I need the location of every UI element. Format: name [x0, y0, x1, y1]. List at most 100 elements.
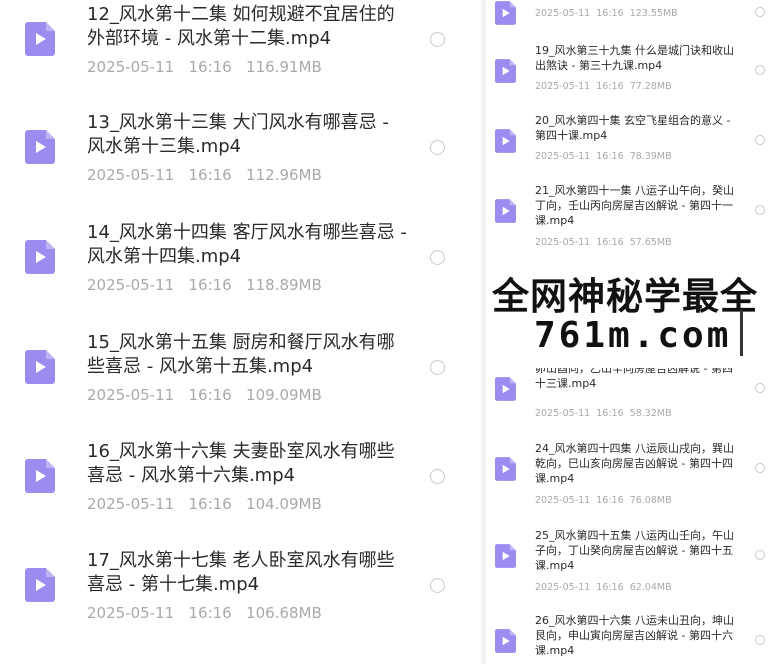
file-meta: 2025-05-11 16:16 123.55MB	[535, 8, 678, 19]
file-meta: 2025-05-11 16:16 57.65MB	[535, 237, 672, 248]
file-list-item[interactable]: 21_风水第四十一集 八运子山午向，癸山丁向，壬山丙向房屋吉凶解说 - 第四十一…	[486, 180, 783, 260]
file-meta: 2025-05-11 16:16 62.04MB	[535, 582, 672, 593]
video-file-icon	[495, 59, 516, 83]
file-date: 2025-05-11	[87, 276, 175, 294]
file-list-item[interactable]: 16_风水第十六集 夫妻卧室风水有哪些喜忌 - 风水第十六集.mp4 2025-0…	[0, 437, 481, 545]
file-size: 116.91MB	[246, 58, 322, 76]
file-size: 77.28MB	[629, 81, 672, 92]
select-radio[interactable]	[755, 463, 765, 473]
file-meta: 2025-05-11 16:16 118.89MB	[87, 276, 322, 294]
watermark-slogan: 全网神秘学最全	[492, 275, 758, 318]
select-radio[interactable]	[755, 550, 765, 560]
text-cursor	[740, 310, 743, 356]
file-size: 109.09MB	[246, 386, 322, 404]
select-radio[interactable]	[755, 135, 765, 145]
select-radio[interactable]	[755, 205, 765, 215]
file-date: 2025-05-11	[535, 237, 591, 248]
file-time: 16:16	[596, 408, 624, 419]
file-date: 2025-05-11	[87, 166, 175, 184]
file-time: 16:16	[596, 582, 624, 593]
file-time: 16:16	[188, 58, 232, 76]
file-meta: 2025-05-11 16:16 76.08MB	[535, 495, 672, 506]
file-name: 15_风水第十五集 厨房和餐厅风水有哪些喜忌 - 风水第十五集.mp4	[87, 332, 395, 377]
file-list-item[interactable]: 13_风水第十三集 大门风水有哪喜忌 - 风水第十三集.mp4 2025-05-1…	[0, 108, 481, 216]
video-file-icon	[25, 568, 55, 602]
file-time: 16:16	[188, 604, 232, 622]
file-time: 16:16	[596, 495, 624, 506]
select-radio[interactable]	[430, 250, 445, 265]
video-file-icon	[25, 22, 55, 56]
file-list-item[interactable]: 17_风水第十七集 老人卧室风水有哪些喜忌 - 第十七集.mp4 2025-05-…	[0, 546, 481, 654]
file-list-left: 12_风水第十二集 如何规避不宜居住的外部环境 - 风水第十二集.mp4 2025…	[0, 0, 481, 664]
file-name: 13_风水第十三集 大门风水有哪喜忌 - 风水第十三集.mp4	[87, 112, 389, 157]
file-date: 2025-05-11	[535, 151, 591, 162]
file-size: 112.96MB	[246, 166, 322, 184]
file-list-item[interactable]: 15_风水第十五集 厨房和餐厅风水有哪些喜忌 - 风水第十五集.mp4 2025-…	[0, 328, 481, 436]
file-time: 16:16	[596, 8, 624, 19]
video-file-icon	[495, 1, 516, 25]
file-meta: 2025-05-11 16:16 116.91MB	[87, 58, 322, 76]
select-radio[interactable]	[430, 32, 445, 47]
file-name: 20_风水第四十集 玄空飞星组合的意义 - 第四十课.mp4	[535, 114, 731, 142]
file-name: 21_风水第四十一集 八运子山午向，癸山丁向，壬山丙向房屋吉凶解说 - 第四十一…	[535, 184, 734, 227]
file-date: 2025-05-11	[535, 81, 591, 92]
select-radio[interactable]	[430, 578, 445, 593]
video-file-icon	[25, 350, 55, 384]
select-radio[interactable]	[430, 140, 445, 155]
file-date: 2025-05-11	[535, 495, 591, 506]
file-size: 104.09MB	[246, 495, 322, 513]
file-name: 17_风水第十七集 老人卧室风水有哪些喜忌 - 第十七集.mp4	[87, 550, 395, 595]
file-meta: 2025-05-11 16:16 109.09MB	[87, 386, 322, 404]
select-radio[interactable]	[430, 360, 445, 375]
file-meta: 2025-05-11 16:16 77.28MB	[535, 81, 672, 92]
video-file-icon	[495, 457, 516, 481]
select-radio[interactable]	[755, 383, 765, 393]
watermark-banner: 全网神秘学最全 761m.com	[486, 258, 783, 368]
file-meta: 2025-05-11 16:16 58.32MB	[535, 408, 672, 419]
video-file-icon	[495, 199, 516, 223]
file-size: 118.89MB	[246, 276, 322, 294]
file-time: 16:16	[596, 81, 624, 92]
file-date: 2025-05-11	[87, 386, 175, 404]
file-date: 2025-05-11	[535, 8, 591, 19]
file-size: 76.08MB	[629, 495, 672, 506]
video-file-icon	[495, 629, 516, 653]
file-list-item[interactable]: 26_风水第四十六集 八运未山丑向，坤山艮向，申山寅向房屋吉凶解说 - 第四十六…	[486, 610, 783, 664]
file-size: 57.65MB	[629, 237, 672, 248]
file-size: 58.32MB	[629, 408, 672, 419]
file-list-item[interactable]: 12_风水第十二集 如何规避不宜居住的外部环境 - 风水第十二集.mp4 2025…	[0, 0, 481, 108]
file-name: 25_风水第四十五集 八运丙山壬向，午山子向，丁山癸向房屋吉凶解说 - 第四十五…	[535, 529, 734, 572]
file-list-item[interactable]: 卯山酉向，乙山辛向房屋吉凶解说 - 第四十三课.mp4 2025-05-11 16…	[486, 358, 783, 438]
file-time: 16:16	[188, 276, 232, 294]
file-name: 16_风水第十六集 夫妻卧室风水有哪些喜忌 - 风水第十六集.mp4	[87, 441, 395, 486]
video-file-icon	[495, 377, 516, 401]
video-file-icon	[495, 129, 516, 153]
video-file-icon	[495, 544, 516, 568]
file-time: 16:16	[188, 495, 232, 513]
file-list-item[interactable]: 19_风水第三十九集 什么是城门诀和收山出煞诀 - 第三十九课.mp4 2025-…	[486, 40, 783, 120]
file-size: 62.04MB	[629, 582, 672, 593]
select-radio[interactable]	[755, 635, 765, 645]
video-file-icon	[25, 459, 55, 493]
file-time: 16:16	[188, 386, 232, 404]
file-time: 16:16	[596, 151, 624, 162]
file-date: 2025-05-11	[87, 58, 175, 76]
file-size: 106.68MB	[246, 604, 322, 622]
file-name: 19_风水第三十九集 什么是城门诀和收山出煞诀 - 第三十九课.mp4	[535, 44, 734, 72]
file-meta: 2025-05-11 16:16 78.39MB	[535, 151, 672, 162]
file-date: 2025-05-11	[87, 604, 175, 622]
video-file-icon	[25, 130, 55, 164]
file-list-item[interactable]: 20_风水第四十集 玄空飞星组合的意义 - 第四十课.mp4 2025-05-11…	[486, 110, 783, 190]
file-meta: 2025-05-11 16:16 104.09MB	[87, 495, 322, 513]
select-radio[interactable]	[755, 65, 765, 75]
file-size: 123.55MB	[629, 8, 678, 19]
select-radio[interactable]	[755, 7, 765, 17]
file-name: 24_风水第四十四集 八运辰山戌向，巽山乾向，巳山亥向房屋吉凶解说 - 第四十四…	[535, 442, 734, 485]
file-list-item[interactable]: 25_风水第四十五集 八运丙山壬向，午山子向，丁山癸向房屋吉凶解说 - 第四十五…	[486, 525, 783, 605]
file-list-item[interactable]: 14_风水第十四集 客厅风水有哪些喜忌 - 风水第十四集.mp4 2025-05-…	[0, 218, 481, 326]
file-meta: 2025-05-11 16:16 106.68MB	[87, 604, 322, 622]
file-date: 2025-05-11	[535, 582, 591, 593]
file-date: 2025-05-11	[535, 408, 591, 419]
file-list-item[interactable]: 24_风水第四十四集 八运辰山戌向，巽山乾向，巳山亥向房屋吉凶解说 - 第四十四…	[486, 438, 783, 518]
select-radio[interactable]	[430, 469, 445, 484]
